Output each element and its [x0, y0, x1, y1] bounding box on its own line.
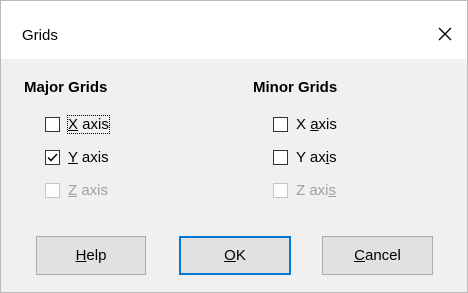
- checkbox-box[interactable]: [273, 116, 288, 132]
- major-x-axis-label: X axis: [67, 114, 110, 134]
- checkmark-icon: [47, 152, 58, 162]
- close-button[interactable]: [432, 21, 458, 47]
- minor-grids-heading: Minor Grids: [253, 79, 338, 96]
- checkbox-box: [45, 182, 60, 198]
- major-x-axis-checkbox[interactable]: X axis: [45, 113, 110, 135]
- minor-y-axis-label: Y axis: [296, 148, 337, 166]
- dialog-content: Major Grids X axis Y axis Z axis Minor G…: [1, 59, 467, 292]
- checkbox-box[interactable]: [45, 116, 60, 132]
- cancel-button[interactable]: Cancel: [322, 236, 433, 275]
- minor-x-axis-label: X axis: [296, 115, 337, 133]
- minor-z-axis-label: Z axis: [296, 181, 337, 199]
- major-z-axis-label: Z axis: [68, 181, 109, 199]
- minor-z-axis-checkbox: Z axis: [273, 179, 336, 201]
- dialog-title: Grids: [22, 27, 58, 44]
- minor-y-axis-checkbox[interactable]: Y axis: [273, 146, 337, 168]
- major-y-axis-label: Y axis: [68, 148, 109, 166]
- checkbox-box: [273, 182, 288, 198]
- grids-dialog: Grids Major Grids X axis Y axis Z axis M…: [0, 0, 468, 293]
- close-icon: [438, 27, 452, 41]
- major-grids-heading: Major Grids: [24, 79, 108, 96]
- checkbox-box[interactable]: [273, 149, 288, 165]
- minor-x-axis-checkbox[interactable]: X axis: [273, 113, 337, 135]
- help-button[interactable]: Help: [36, 236, 146, 275]
- checkbox-box[interactable]: [45, 149, 60, 165]
- ok-button[interactable]: OK: [179, 236, 291, 275]
- major-y-axis-checkbox[interactable]: Y axis: [45, 146, 109, 168]
- title-bar: Grids: [1, 1, 467, 59]
- major-z-axis-checkbox: Z axis: [45, 179, 108, 201]
